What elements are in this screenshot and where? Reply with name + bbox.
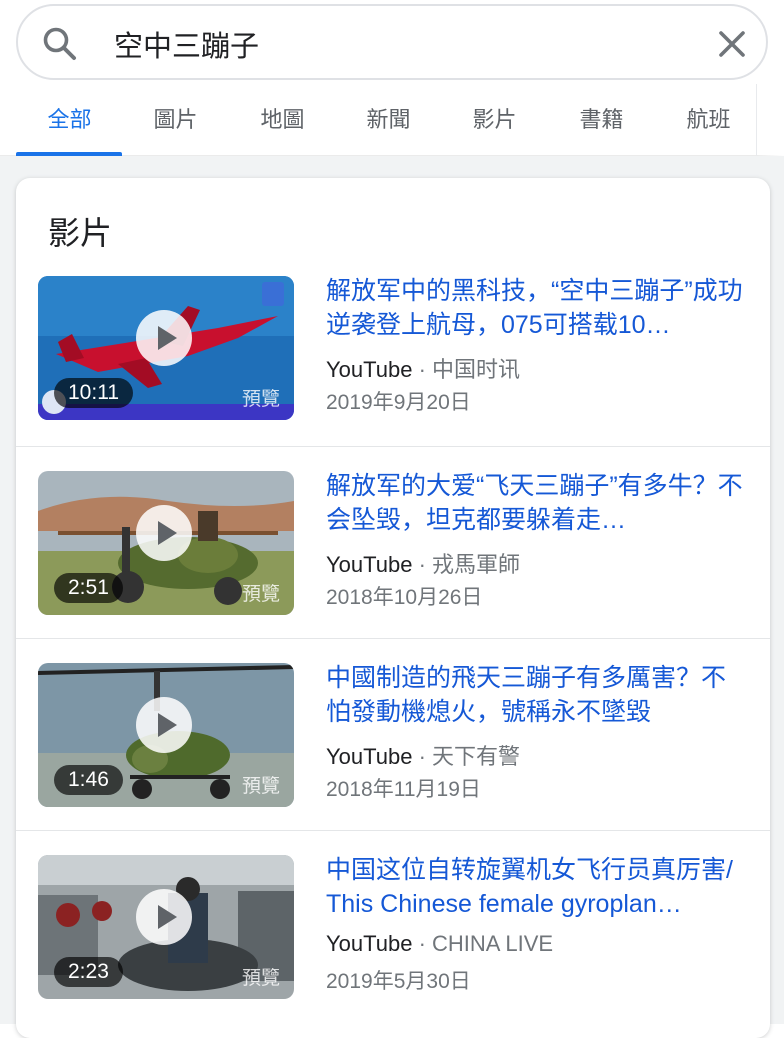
source-site: YouTube — [326, 744, 413, 769]
video-title-link[interactable]: 解放军的大爱“飞天三蹦子”有多牛？不会坠毁，坦克都要躲着走… — [326, 469, 744, 537]
video-thumbnail[interactable]: 2:23 預覽 — [38, 855, 294, 999]
video-date: 2019年9月20日 — [326, 391, 471, 414]
video-duration: 2:23 — [54, 957, 123, 987]
preview-label: 預覽 — [241, 584, 280, 605]
play-button[interactable] — [136, 889, 192, 945]
video-date: 2018年11月19日 — [326, 778, 481, 801]
video-title-link[interactable]: 解放军中的黑科技，“空中三蹦子”成功逆袭登上航母，075可搭载10… — [326, 274, 744, 342]
source-separator: · — [418, 357, 426, 382]
video-title-link[interactable]: 中国这位自转旋翼机女飞行员真厉害/ This Chinese female gy… — [326, 853, 744, 921]
video-source: YouTube · 中国时讯 — [326, 352, 520, 384]
source-separator: · — [418, 744, 426, 769]
close-icon[interactable] — [712, 24, 752, 64]
video-duration: 10:11 — [54, 378, 133, 408]
video-result[interactable]: 1:46 預覽 中國制造的飛天三蹦子有多厲害？不怕發動機熄火，號稱永不墜毀 Yo… — [16, 638, 770, 830]
video-duration: 2:51 — [54, 573, 123, 603]
play-button[interactable] — [136, 697, 192, 753]
video-source: YouTube · 戎馬軍師 — [326, 547, 520, 579]
play-button[interactable] — [136, 310, 192, 366]
preview-label: 預覽 — [241, 968, 280, 989]
video-title-link[interactable]: 中國制造的飛天三蹦子有多厲害？不怕發動機熄火，號稱永不墜毀 — [326, 661, 744, 729]
search-box[interactable] — [16, 4, 768, 80]
video-thumbnail[interactable]: 1:46 預覽 — [38, 663, 294, 807]
tabs-scroll-fade — [756, 84, 784, 156]
preview-label: 預覽 — [241, 776, 280, 797]
video-source: YouTube · CHINA LIVE — [326, 931, 553, 957]
play-button[interactable] — [136, 505, 192, 561]
video-duration: 1:46 — [54, 765, 123, 795]
source-separator: · — [418, 931, 426, 956]
tab-all[interactable]: 全部 — [16, 84, 123, 156]
tab-flights[interactable]: 航班 — [655, 84, 762, 156]
search-input[interactable] — [114, 18, 674, 70]
tab-maps[interactable]: 地圖 — [229, 84, 336, 156]
channel-name: CHINA LIVE — [432, 931, 554, 956]
tab-books[interactable]: 書籍 — [548, 84, 655, 156]
search-header: 全部 圖片 地圖 新聞 影片 書籍 航班 — [0, 0, 784, 160]
search-tabs: 全部 圖片 地圖 新聞 影片 書籍 航班 — [0, 84, 784, 156]
video-thumbnail[interactable]: 2:51 預覽 — [38, 471, 294, 615]
source-site: YouTube — [326, 552, 413, 577]
source-separator: · — [418, 552, 426, 577]
tab-videos[interactable]: 影片 — [441, 84, 548, 156]
video-result[interactable]: 10:11 預覽 解放军中的黑科技，“空中三蹦子”成功逆袭登上航母，075可搭载… — [16, 178, 770, 420]
tab-news[interactable]: 新聞 — [335, 84, 442, 156]
video-source: YouTube · 天下有警 — [326, 739, 520, 771]
videos-card: 影片 10:11 預覽 解放军中的黑科技，“空中三蹦子”成功逆袭登上航母，075… — [16, 178, 770, 1038]
video-result[interactable]: 2:51 預覽 解放军的大爱“飞天三蹦子”有多牛？不会坠毁，坦克都要躲着走… Y… — [16, 446, 770, 638]
channel-name: 戎馬軍師 — [432, 552, 521, 577]
preview-label: 預覽 — [241, 389, 280, 410]
channel-name: 天下有警 — [432, 744, 521, 769]
tab-images[interactable]: 圖片 — [122, 84, 229, 156]
video-result[interactable]: 2:23 預覽 中国这位自转旋翼机女飞行员真厉害/ This Chinese f… — [16, 830, 770, 1022]
channel-name: 中国时讯 — [432, 357, 521, 382]
source-site: YouTube — [326, 931, 413, 956]
video-date: 2018年10月26日 — [326, 586, 483, 609]
video-thumbnail[interactable]: 10:11 預覽 — [38, 276, 294, 420]
video-date: 2019年5月30日 — [326, 970, 471, 993]
source-site: YouTube — [326, 357, 413, 382]
search-icon[interactable] — [40, 24, 80, 64]
